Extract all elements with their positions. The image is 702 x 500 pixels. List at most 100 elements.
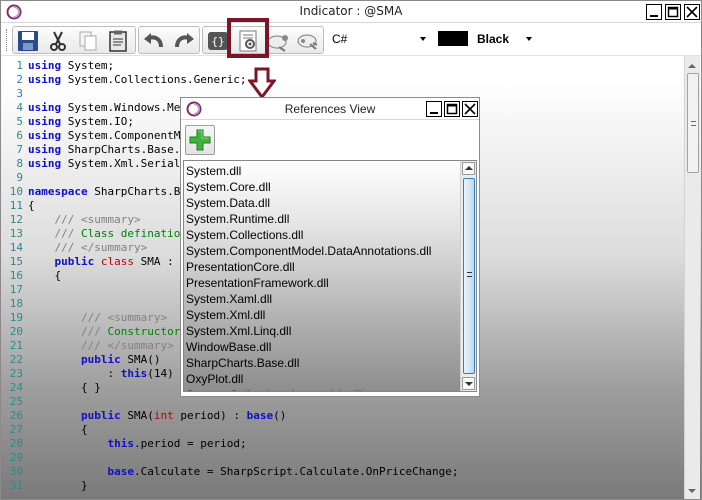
line-number: 6 [16,129,23,142]
color-select[interactable]: Black [433,28,537,50]
close-button[interactable] [684,4,700,20]
line-number: 29 [9,451,23,464]
minimize-button[interactable] [646,4,662,20]
line-number: 13 [9,227,23,240]
code-token: Class definatio [80,227,181,240]
references-maximize-button[interactable] [444,101,460,117]
code-line: 17 [1,283,28,297]
line-number: 14 [9,241,23,254]
title-bar[interactable]: Indicator : @SMA [1,1,701,23]
code-token: public [80,353,121,366]
reference-item[interactable]: System.Data.dll [186,195,270,211]
indicator-editor-window: Indicator : @SMA {} C# Black 1 using Sys… [0,0,702,500]
save-button[interactable] [15,29,41,53]
reference-item[interactable]: System.Xaml.dll [186,291,272,307]
code-line: 10 namespace SharpCharts.B [1,185,181,199]
editor-scrollbar[interactable] [684,56,700,499]
line-number: 24 [9,381,23,394]
paste-button[interactable] [105,29,131,53]
scroll-down-icon[interactable] [688,489,696,493]
reference-item[interactable]: System.dll [186,163,241,179]
references-scrollbar[interactable] [460,161,476,391]
scroll-up-icon[interactable] [688,64,696,68]
cut-button[interactable] [45,29,71,53]
references-minimize-button[interactable] [426,101,442,117]
code-line: 24 { } [1,381,101,395]
line-number: 28 [9,437,23,450]
code-line: 11 { [1,199,35,213]
code-line: 1 using System; [1,59,114,73]
code-token: base [107,465,134,478]
scroll-up-button[interactable] [462,162,475,175]
reference-item[interactable]: System.ComponentModel.DataAnnotations.dl… [186,243,431,259]
reference-item[interactable]: System.Runtime.dll [186,211,289,227]
code-line: 28 this.period = period; [1,437,247,451]
reference-item[interactable]: PresentationCore.dll [186,259,295,275]
code-token: this [107,437,134,450]
reference-item[interactable]: OxyPlot.dll [186,371,243,387]
code-token: System.Xml.Serial [61,157,181,170]
code-token: SharpCharts.Base. [61,143,181,156]
references-close-button[interactable] [462,101,478,117]
code-token: { } [28,381,101,394]
code-token: System; [61,59,115,72]
line-number: 4 [16,101,23,114]
add-reference-button[interactable] [185,125,215,155]
code-token: <summary> [80,213,141,226]
references-view-dialog: References View System.dll System.Core.dl… [180,97,480,397]
reference-item[interactable]: System.Core.dll [186,179,271,195]
debug-button[interactable] [295,29,321,53]
code-token: int [153,409,174,422]
language-select[interactable]: C# [327,28,431,50]
code-token: { [28,423,88,436]
redo-button[interactable] [171,29,197,53]
reference-item[interactable]: WindowBase.dll [186,339,271,355]
code-token: using [28,129,62,142]
code-line: 9 [1,171,28,185]
reference-item[interactable]: System.Collections.dll [186,227,303,243]
maximize-button[interactable] [665,4,681,20]
line-number: 20 [9,325,23,338]
line-number: 12 [9,213,23,226]
undo-button[interactable] [141,29,167,53]
maximize-icon [446,103,458,115]
code-token: using [28,59,62,72]
code-line: 27 { [1,423,88,437]
code-line: 30 base.Calculate = SharpScript.Calculat… [1,465,459,479]
code-line: 5 using System.IO; [1,115,134,129]
cut-icon [50,31,66,51]
line-number: 3 [16,87,23,100]
down-arrow-annotation-icon [248,67,276,99]
line-number: 8 [16,157,23,170]
code-line: 29 [1,451,28,465]
line-number: 17 [9,283,23,296]
toolbar: {} C# Black [1,23,701,72]
reference-item[interactable]: SharpCharts.Base.dll [186,355,299,371]
reference-item[interactable]: System.Xml.Linq.dll [186,323,291,339]
chevron-up-icon [465,166,473,170]
scroll-thumb[interactable] [463,178,475,374]
reference-item[interactable]: System.Xml.dll [186,307,265,323]
copy-button[interactable] [75,29,101,53]
code-line: 12 /// <summary> [1,213,141,227]
code-token: System.IO; [61,115,134,128]
code-token: Constructor [107,325,181,338]
code-token: <summary> [107,311,168,324]
code-line: 15 public class SMA : [1,255,174,269]
reference-item[interactable]: PresentationFramework.dll [186,275,329,291]
code-token: this [120,367,148,380]
references-list[interactable]: System.dll System.Core.dll System.Data.dll… [183,160,477,392]
code-token: </summary> [107,339,174,352]
code-token: using [28,157,62,170]
toolbar-grip[interactable] [6,29,9,51]
scroll-down-button[interactable] [462,377,475,390]
scroll-thumb[interactable] [687,73,699,173]
svg-text:{}: {} [211,35,224,48]
code-token: namespace [28,185,88,198]
line-number: 11 [9,199,23,212]
code-token: () [273,409,287,422]
reference-item[interactable]: System.Collections.Immutable.dll [186,387,363,391]
